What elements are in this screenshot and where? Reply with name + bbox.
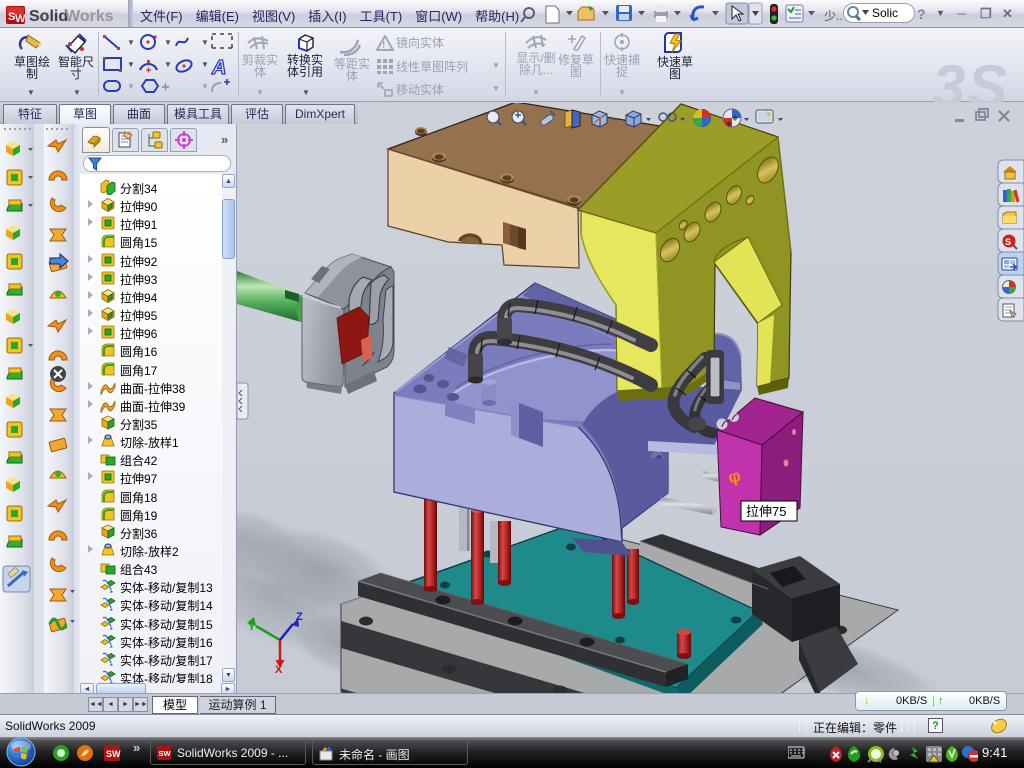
svg-text:SW: SW [159, 749, 172, 758]
svg-text:W: W [15, 13, 26, 25]
svg-text:SW: SW [106, 749, 121, 759]
svg-text:S: S [1005, 237, 1011, 247]
svg-text:Works: Works [65, 8, 114, 25]
svg-text:Z: Z [296, 611, 303, 623]
svg-text:Solid: Solid [29, 8, 68, 25]
svg-text:A: A [211, 57, 226, 79]
svg-text:X: X [275, 664, 283, 676]
svg-text:Y: Y [248, 621, 256, 633]
svg-text:!: ! [382, 40, 385, 51]
svg-text:Solic: Solic [872, 6, 898, 20]
svg-text:拉伸75: 拉伸75 [746, 504, 786, 519]
